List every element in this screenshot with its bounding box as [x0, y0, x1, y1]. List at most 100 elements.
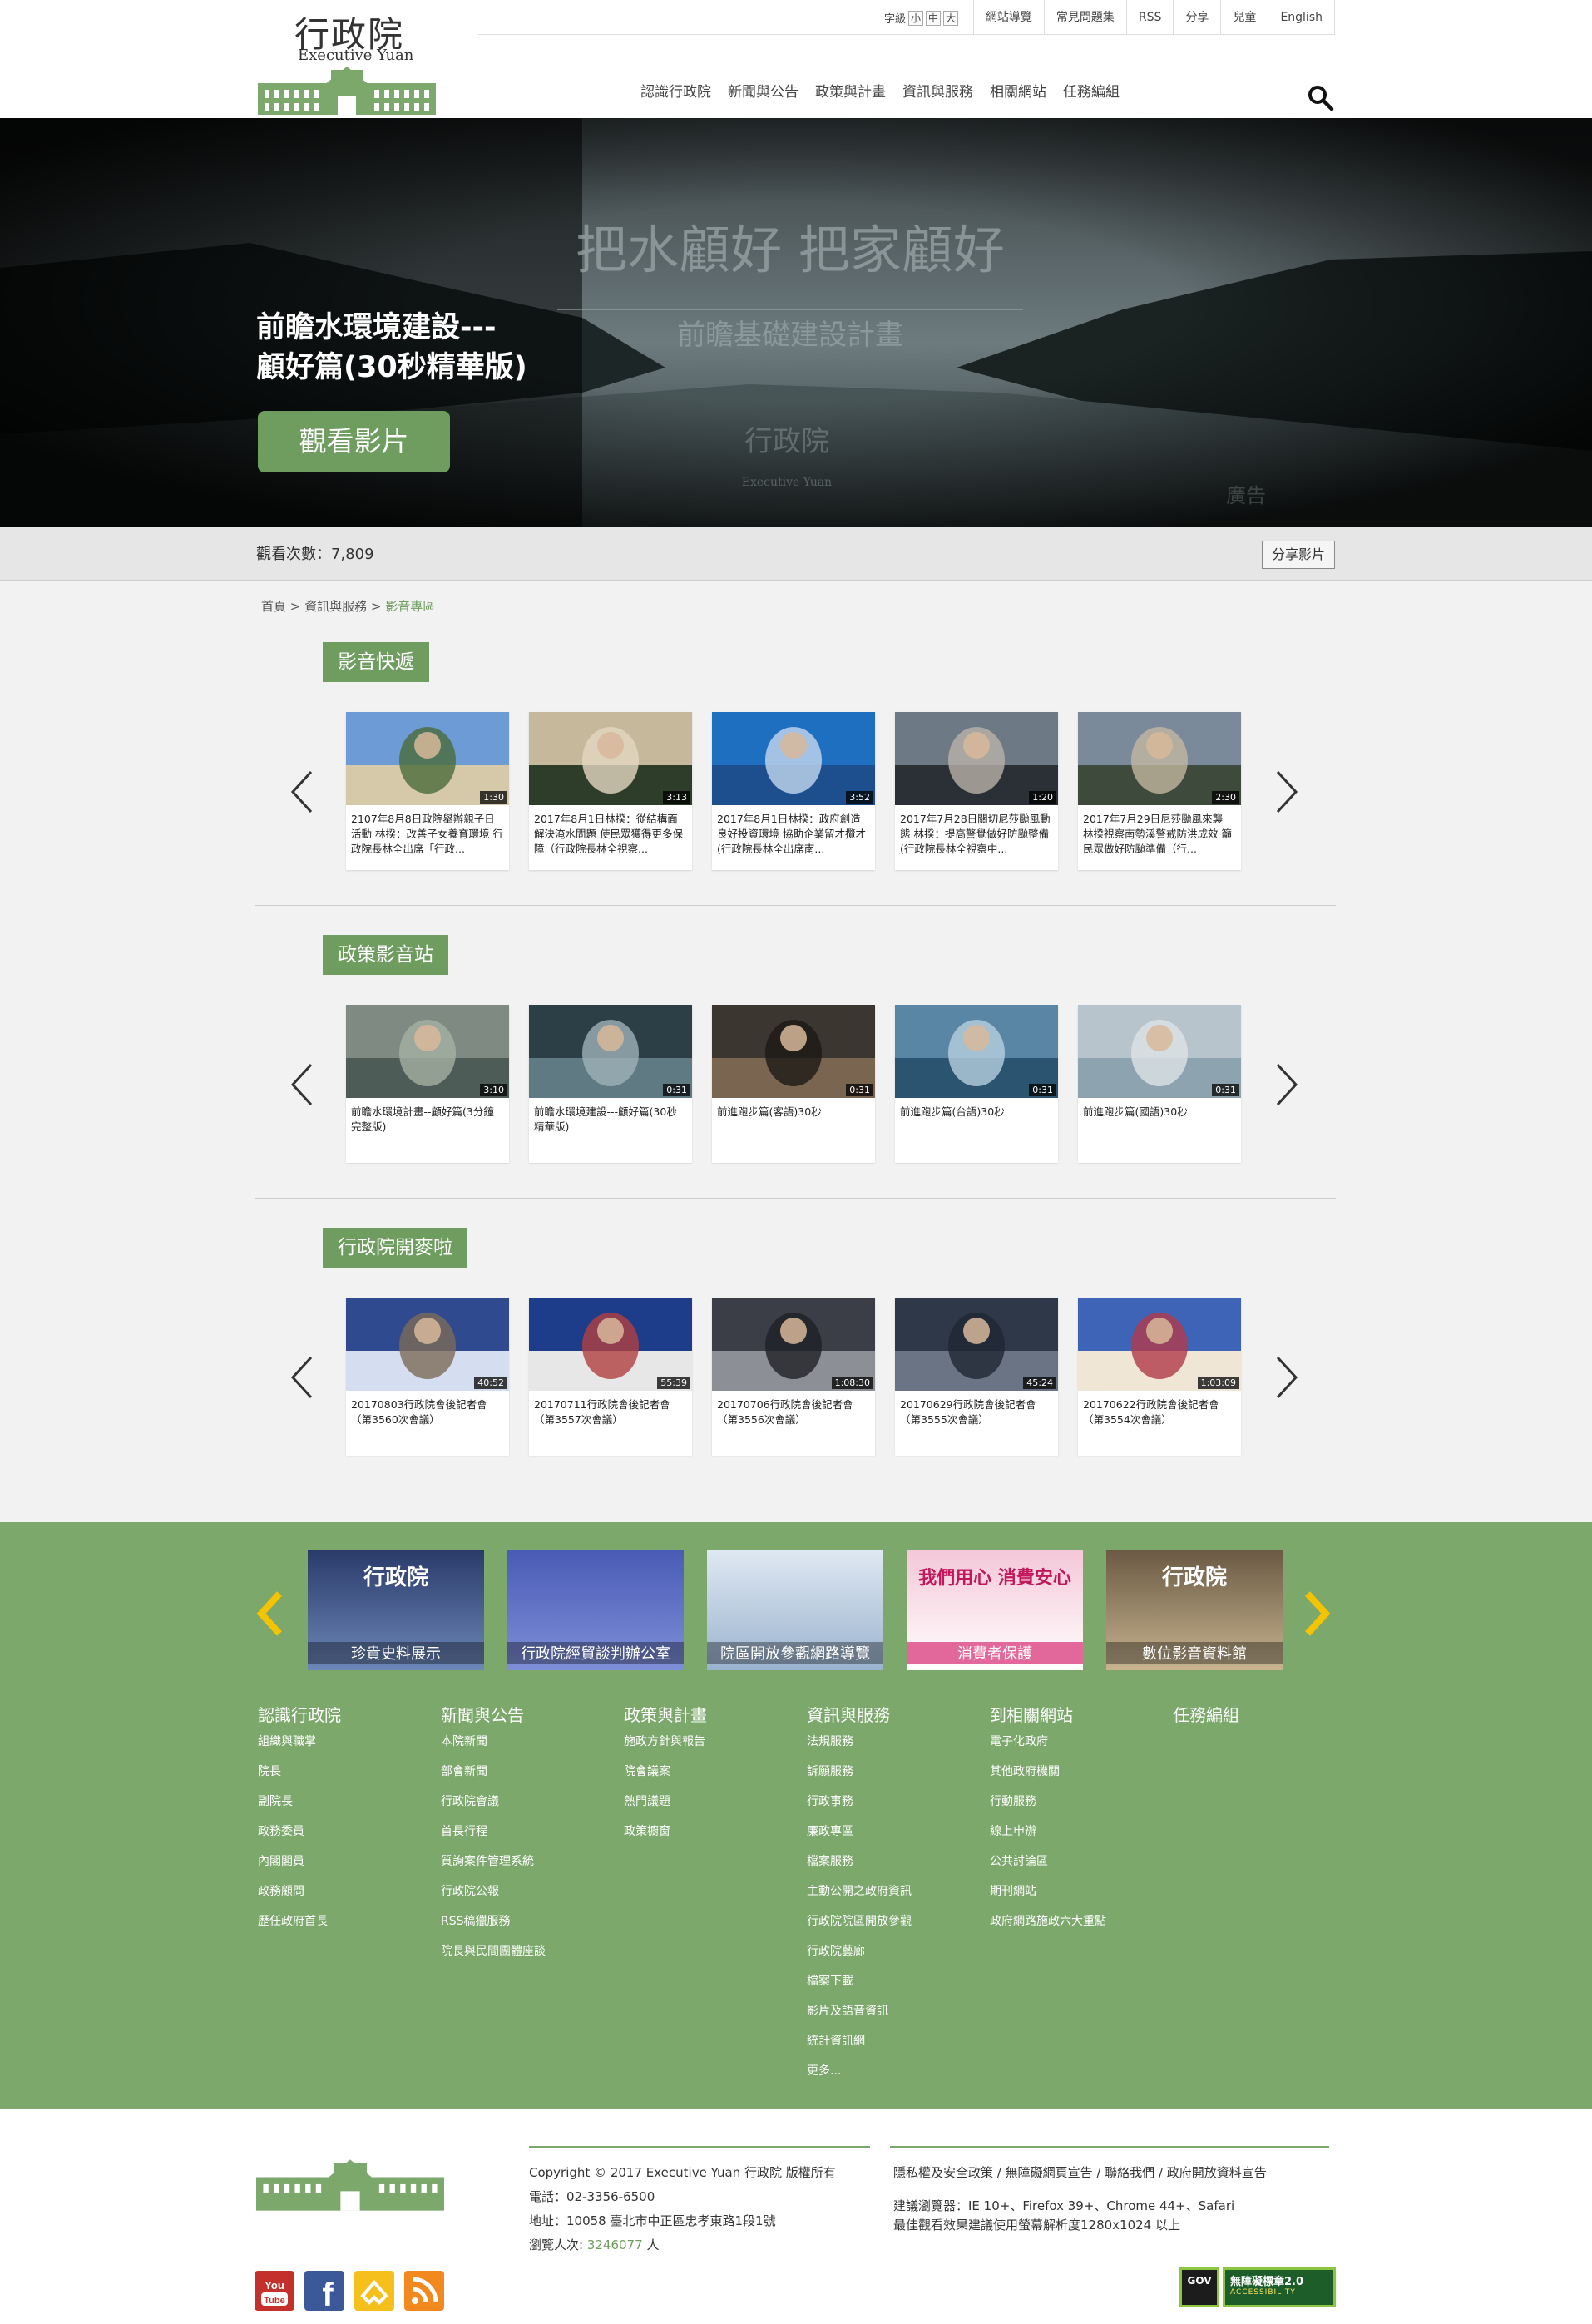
rss-icon[interactable] — [404, 2271, 444, 2311]
footer-link[interactable]: 部會新聞 — [441, 1763, 546, 1793]
footer-link[interactable]: 公共討論區 — [990, 1853, 1106, 1883]
video-thumbnail[interactable]: 1:03:09 — [1078, 1298, 1241, 1391]
footer-link[interactable]: 檔案下載 — [807, 1973, 912, 2003]
share-link[interactable]: 分享 — [1173, 0, 1220, 35]
video-thumbnail[interactable]: 0:31 — [895, 1005, 1058, 1098]
promo-banner[interactable]: 行政院 數位影音資料館 — [1106, 1550, 1283, 1670]
banner-prev-arrow-icon[interactable] — [255, 1590, 284, 1637]
carousel-next-icon[interactable] — [1274, 1061, 1299, 1108]
footer-link[interactable]: 法規服務 — [807, 1733, 912, 1763]
footer-link[interactable]: 政府網路施政六大重點 — [990, 1913, 1106, 1943]
breadcrumb-home[interactable]: 首頁 — [261, 599, 286, 614]
policy-links[interactable]: 隱私權及安全政策 / 無障礙網頁宣告 / 聯絡我們 / 政府開放資料宣告 — [893, 2161, 1267, 2185]
carousel-prev-icon[interactable] — [289, 1061, 314, 1108]
video-caption[interactable]: 2017年7月28日關切尼莎颱風動態 林揆：提高警覺做好防颱整備(行政院長林全視… — [895, 805, 1058, 867]
footer-link[interactable]: RSS稿獵服務 — [441, 1913, 546, 1943]
footer-link[interactable]: 組織與職掌 — [258, 1733, 341, 1763]
video-thumbnail[interactable]: 3:52 — [712, 712, 875, 805]
video-caption[interactable]: 2017年8月1日林揆：從結構面解決淹水問題 使民眾獲得更多保障（行政院長林全視… — [529, 805, 692, 867]
video-card[interactable]: 0:31 前進跑步篇(國語)30秒 — [1078, 1005, 1241, 1163]
font-size-medium[interactable]: 中 — [926, 10, 942, 26]
video-card[interactable]: 1:30 2107年8月8日政院舉辦親子日活動 林揆：改善子女養育環境 行政院長林… — [346, 712, 509, 870]
footer-link[interactable]: 政策櫥窗 — [624, 1823, 707, 1853]
footer-link[interactable]: 政務顧問 — [258, 1883, 341, 1913]
footer-link[interactable]: 廉政專區 — [807, 1823, 912, 1853]
promo-banner[interactable]: 行政院 珍貴史料展示 — [308, 1550, 484, 1670]
english-link[interactable]: English — [1268, 0, 1335, 35]
share-video-button[interactable]: 分享影片 — [1262, 541, 1335, 569]
video-caption[interactable]: 20170622行政院會後記者會（第3554次會議） — [1078, 1391, 1241, 1452]
site-logo[interactable]: 行政院 Executive Yuan — [255, 3, 439, 115]
carousel-prev-icon[interactable] — [289, 769, 314, 815]
footer-column-heading[interactable]: 到相關網站 — [990, 1702, 1106, 1725]
facebook-icon[interactable]: f — [304, 2271, 344, 2313]
nav-about[interactable]: 認識行政院 — [640, 80, 711, 113]
footer-column-heading[interactable]: 政策與計畫 — [624, 1702, 707, 1725]
video-caption[interactable]: 20170629行政院會後記者會（第3555次會議） — [895, 1391, 1058, 1452]
footer-column-heading[interactable]: 認識行政院 — [258, 1702, 341, 1725]
video-card[interactable]: 1:03:09 20170622行政院會後記者會（第3554次會議） — [1078, 1298, 1241, 1456]
footer-link[interactable]: 行政院院區開放參觀 — [807, 1913, 912, 1943]
footer-link[interactable]: 檔案服務 — [807, 1853, 912, 1883]
video-caption[interactable]: 20170711行政院會後記者會（第3557次會議） — [529, 1391, 692, 1452]
footer-link[interactable]: 行政院公報 — [441, 1883, 546, 1913]
footer-link[interactable]: 行動服務 — [990, 1793, 1106, 1823]
video-card[interactable]: 3:13 2017年8月1日林揆：從結構面解決淹水問題 使民眾獲得更多保障（行政院… — [529, 712, 692, 870]
video-card[interactable]: 55:39 20170711行政院會後記者會（第3557次會議） — [529, 1298, 692, 1456]
nav-news[interactable]: 新聞與公告 — [728, 80, 798, 113]
footer-link[interactable]: 內閣閣員 — [258, 1853, 341, 1883]
video-card[interactable]: 1:20 2017年7月28日關切尼莎颱風動態 林揆：提高警覺做好防颱整備(行政院… — [895, 712, 1058, 870]
accessibility-badge[interactable]: 無障礙標章2.0 ACCESSIBILITY — [1223, 2267, 1336, 2307]
video-card[interactable]: 2:30 2017年7月29日尼莎颱風來襲 林揆視察南勢溪警戒防洪成效 籲民眾做好… — [1078, 712, 1241, 870]
footer-link[interactable]: 電子化政府 — [990, 1733, 1106, 1763]
sitemap-link[interactable]: 網站導覽 — [972, 0, 1044, 35]
video-card[interactable]: 0:31 前進跑步篇(客語)30秒 — [712, 1005, 875, 1163]
footer-link[interactable]: 院會議案 — [624, 1763, 707, 1793]
video-caption[interactable]: 前進跑步篇(國語)30秒 — [1078, 1098, 1241, 1160]
video-caption[interactable]: 2017年8月1日林揆：政府創造良好投資環境 協助企業留才攬才(行政院長林全出席… — [712, 805, 875, 867]
video-thumbnail[interactable]: 3:13 — [529, 712, 692, 805]
footer-link[interactable]: 質詢案件管理系統 — [441, 1853, 546, 1883]
video-card[interactable]: 3:52 2017年8月1日林揆：政府創造良好投資環境 協助企業留才攬才(行政院長… — [712, 712, 875, 870]
video-card[interactable]: 3:10 前瞻水環境計畫--顧好篇(3分鐘完整版) — [346, 1005, 509, 1163]
video-caption[interactable]: 2017年7月29日尼莎颱風來襲 林揆視察南勢溪警戒防洪成效 籲民眾做好防颱準備… — [1078, 805, 1241, 867]
footer-link[interactable]: 歷任政府首長 — [258, 1913, 341, 1943]
promo-banner[interactable]: 行政院經貿談判辦公室 — [507, 1550, 684, 1670]
video-thumbnail[interactable]: 3:10 — [346, 1005, 509, 1098]
video-card[interactable]: 1:08:30 20170706行政院會後記者會（第3556次會議） — [712, 1298, 875, 1456]
promo-banner[interactable]: 院區開放參觀網路導覽 — [707, 1550, 883, 1670]
footer-link[interactable]: 主動公開之政府資訊 — [807, 1883, 912, 1913]
breadcrumb-parent[interactable]: 資訊與服務 — [304, 599, 367, 614]
video-caption[interactable]: 前瞻水環境計畫--顧好篇(3分鐘完整版) — [346, 1098, 509, 1160]
footer-link[interactable]: 影片及語音資訊 — [807, 2003, 912, 2033]
footer-link[interactable]: 行政院藝廊 — [807, 1943, 912, 1973]
carousel-prev-icon[interactable] — [289, 1354, 314, 1401]
video-thumbnail[interactable]: 45:24 — [895, 1298, 1058, 1391]
video-caption[interactable]: 20170803行政院會後記者會（第3560次會議） — [346, 1391, 509, 1452]
footer-link[interactable]: 訴願服務 — [807, 1763, 912, 1793]
footer-link[interactable]: 線上申辦 — [990, 1823, 1106, 1853]
nav-related[interactable]: 相關網站 — [990, 80, 1046, 113]
footer-link[interactable]: 院長與民間團體座談 — [441, 1943, 546, 1973]
footer-link[interactable]: 其他政府機關 — [990, 1763, 1106, 1793]
footer-link[interactable]: 行政事務 — [807, 1793, 912, 1823]
video-thumbnail[interactable]: 1:08:30 — [712, 1298, 875, 1391]
footer-link[interactable]: 施政方針與報告 — [624, 1733, 707, 1763]
footer-link[interactable]: 期刊網站 — [990, 1883, 1106, 1913]
footer-link[interactable]: 副院長 — [258, 1793, 341, 1823]
video-thumbnail[interactable]: 0:31 — [529, 1005, 692, 1098]
footer-link[interactable]: 院長 — [258, 1763, 341, 1793]
font-size-large[interactable]: 大 — [943, 10, 959, 26]
search-icon[interactable] — [1306, 83, 1334, 111]
video-thumbnail[interactable]: 1:20 — [895, 712, 1058, 805]
youtube-icon[interactable]: You Tube — [255, 2271, 294, 2311]
footer-column-heading[interactable]: 任務編組 — [1173, 1702, 1239, 1725]
footer-link[interactable]: 首長行程 — [441, 1823, 546, 1853]
video-caption[interactable]: 前進跑步篇(台語)30秒 — [895, 1098, 1058, 1160]
promo-banner[interactable]: 我們用心 消費安心 消費者保護 — [907, 1550, 1083, 1670]
video-thumbnail[interactable]: 0:31 — [1078, 1005, 1241, 1098]
rss-link[interactable]: RSS — [1125, 0, 1174, 35]
carousel-next-icon[interactable] — [1274, 1354, 1299, 1401]
faq-link[interactable]: 常見問題集 — [1043, 0, 1126, 35]
video-card[interactable]: 0:31 前瞻水環境建設---顧好篇(30秒精華版) — [529, 1005, 692, 1163]
